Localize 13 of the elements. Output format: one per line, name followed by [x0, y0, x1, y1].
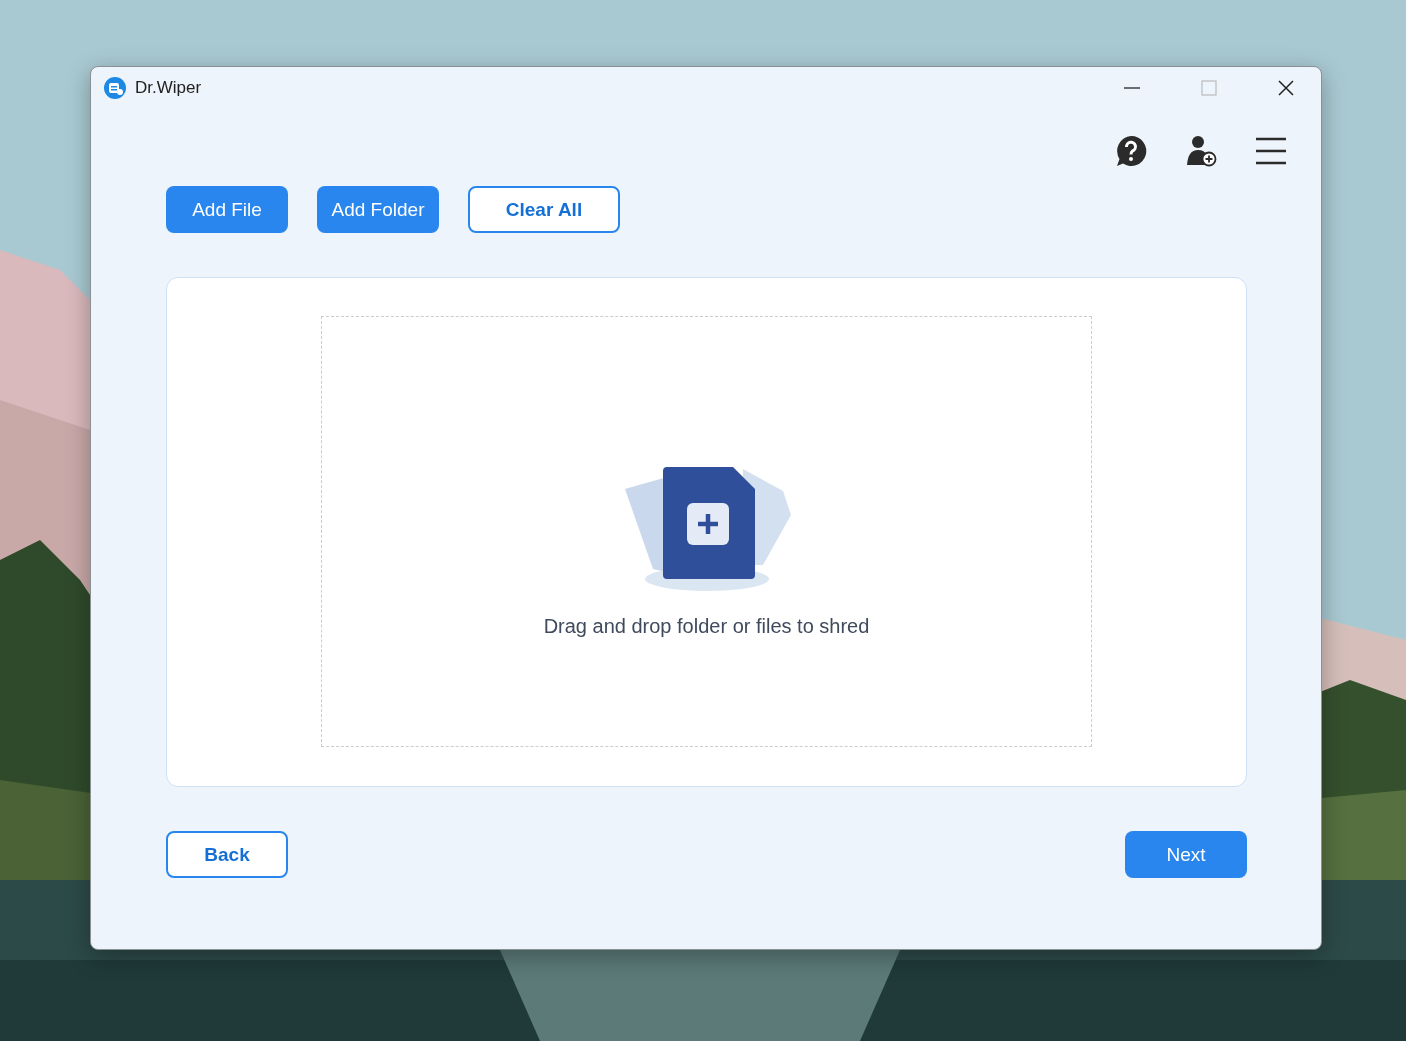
nav-button[interactable]: Next: [1125, 831, 1247, 878]
help-icon[interactable]: [1115, 135, 1147, 167]
action-button[interactable]: Clear All: [468, 186, 620, 233]
window-title: Dr.Wiper: [135, 78, 202, 98]
close-icon[interactable]: [1277, 79, 1295, 97]
nav-button[interactable]: Back: [166, 831, 288, 878]
add-user-icon[interactable]: [1185, 135, 1217, 167]
menu-icon[interactable]: [1255, 137, 1287, 165]
action-button[interactable]: Add File: [166, 186, 288, 233]
app-logo-icon: [103, 76, 127, 100]
drop-hint: Drag and drop folder or files to shred: [543, 615, 870, 638]
drop-zone[interactable]: Drag and drop folder or files to shred: [321, 316, 1092, 747]
action-button[interactable]: Add Folder: [317, 186, 439, 233]
